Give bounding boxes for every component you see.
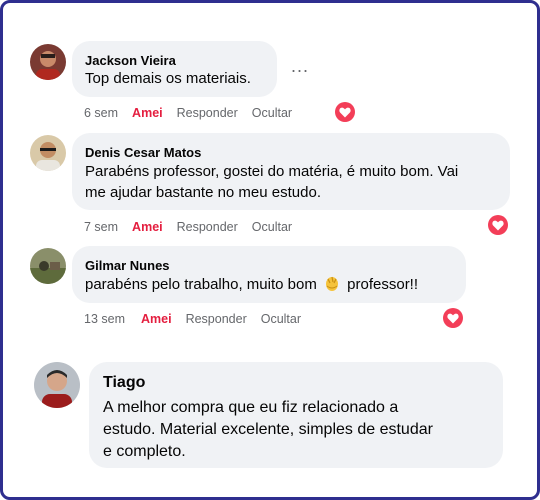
comment-text-line: Parabéns professor, gostei do matéria, é… <box>85 163 459 180</box>
reply-button[interactable]: Responder <box>177 220 238 234</box>
comment-author[interactable]: Tiago <box>103 374 145 392</box>
reply-button[interactable]: Responder <box>177 106 238 120</box>
love-reaction-button[interactable]: Amei <box>132 106 163 120</box>
hide-button[interactable]: Ocultar <box>252 106 292 120</box>
comment-timestamp[interactable]: 13 sem <box>84 312 125 326</box>
comment-bubble: Tiago A melhor compra que eu fiz relacio… <box>89 362 503 468</box>
comment-actions: 13 sem Amei Responder Ocultar <box>84 312 315 326</box>
testimonial-frame: Jackson Vieira Top demais os materiais. … <box>0 0 540 500</box>
reply-button[interactable]: Responder <box>186 312 247 326</box>
heart-icon[interactable] <box>335 102 355 122</box>
comment-timestamp[interactable]: 7 sem <box>84 220 118 234</box>
comment-text-line: estudo. Material excelente, simples de e… <box>103 421 433 438</box>
avatar[interactable] <box>34 362 80 408</box>
more-options-icon[interactable]: ... <box>291 56 309 77</box>
comment-text: Top demais os materiais. <box>85 70 251 87</box>
heart-icon[interactable] <box>443 308 463 328</box>
comment-text-line: me ajudar bastante no meu estudo. <box>85 184 321 201</box>
comment-actions: 6 sem Amei Responder Ocultar <box>84 106 306 120</box>
comment-author[interactable]: Jackson Vieira <box>85 53 176 68</box>
comment-author[interactable]: Denis Cesar Matos <box>85 145 201 160</box>
comment-text-line: e completo. <box>103 443 186 460</box>
avatar[interactable] <box>30 135 66 171</box>
love-reaction-button[interactable]: Amei <box>132 220 163 234</box>
avatar[interactable] <box>30 248 66 284</box>
love-reaction-button[interactable]: Amei <box>141 312 172 326</box>
comment-timestamp[interactable]: 6 sem <box>84 106 118 120</box>
comment-bubble: Jackson Vieira Top demais os materiais. <box>72 41 277 97</box>
comment-author[interactable]: Gilmar Nunes <box>85 258 170 273</box>
comment-bubble: Denis Cesar Matos Parabéns professor, go… <box>72 133 510 210</box>
comment-bubble: Gilmar Nunes parabéns pelo trabalho, mui… <box>72 246 466 303</box>
comment-text-part: parabéns pelo trabalho, muito bom <box>85 276 317 293</box>
clapping-hands-emoji-icon <box>323 274 341 298</box>
comment-actions: 7 sem Amei Responder Ocultar <box>84 220 306 234</box>
avatar[interactable] <box>30 44 66 80</box>
comment-text: parabéns pelo trabalho, muito bom profes… <box>85 274 418 298</box>
comment-text-part: professor!! <box>347 276 419 293</box>
hide-button[interactable]: Ocultar <box>252 220 292 234</box>
heart-icon[interactable] <box>488 215 508 235</box>
hide-button[interactable]: Ocultar <box>261 312 301 326</box>
comment-text-line: A melhor compra que eu fiz relacionado a <box>103 399 399 416</box>
